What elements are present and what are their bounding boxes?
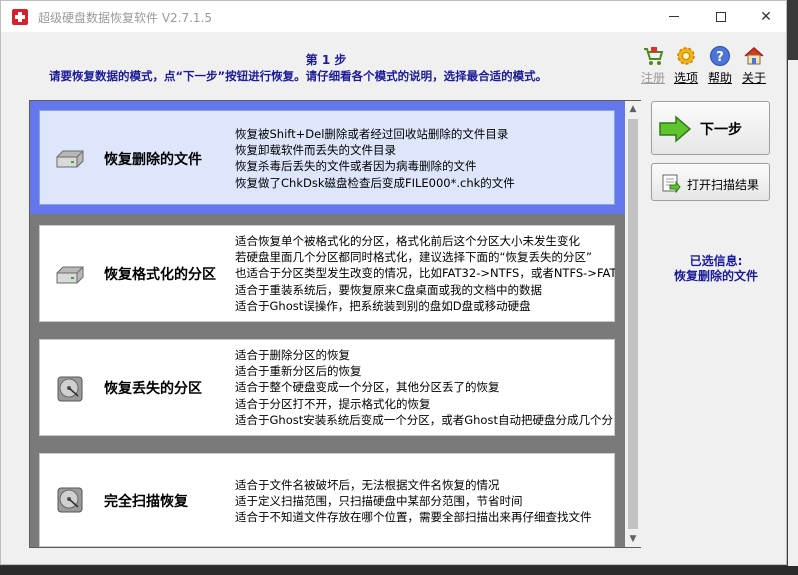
- help-label: 帮助: [707, 71, 732, 85]
- register-label: 注册: [640, 71, 665, 85]
- options-link[interactable]: 选项: [670, 45, 702, 86]
- minimize-icon: [669, 16, 679, 17]
- mode-line: 适合恢复单个被格式化的分区，格式化前后这个分区大小未发生变化: [235, 234, 580, 248]
- mode-item-recover-formatted[interactable]: 恢复格式化的分区 适合恢复单个被格式化的分区，格式化前后这个分区大小未发生变化 …: [39, 225, 615, 322]
- mode-line: 若硬盘里面几个分区都同时格式化，建议选择下面的“恢复丢失的分区”: [235, 250, 592, 265]
- mode-description: 适合于删除分区的恢复 适合于重新分区后的恢复 适合于整个硬盘变成一个分区，其他分…: [235, 347, 615, 428]
- mode-description: 恢复被Shift+Del删除或者经过回收站删除的文件目录 恢复卸载软件而丢失的文…: [235, 126, 615, 191]
- open-scan-results-label: 打开扫描结果: [687, 178, 760, 192]
- mode-line: 适合于Ghost误操作，把系统装到别的盘如D盘或移动硬盘: [235, 298, 531, 313]
- mode-line: 适合于分区打不开，提示格式化的恢复: [235, 396, 431, 411]
- minimize-button[interactable]: [651, 1, 697, 32]
- app-logo-icon: [12, 9, 28, 25]
- chevron-up-icon: ▲: [629, 104, 637, 114]
- svg-text:?: ?: [716, 50, 724, 65]
- step-title: 第 1 步: [305, 53, 347, 67]
- mode-line: 适于定义扫描范围，只扫描硬盘中某部分范围，节省时间: [235, 494, 523, 509]
- help-link[interactable]: ? 帮助: [704, 45, 736, 86]
- mode-line: 适合于不知道文件存放在哪个位置，需要全部扫描出来再仔细查找文件: [235, 510, 592, 525]
- mode-line: 恢复被Shift+Del删除或者经过回收站删除的文件目录: [235, 127, 509, 141]
- mode-line: 恢复做了ChkDsk磁盘检查后变成FILE000*.chk的文件: [235, 175, 515, 190]
- mode-line: 适合于删除分区的恢复: [235, 348, 350, 362]
- mode-title: 恢复丢失的分区: [104, 381, 202, 397]
- mode-item-recover-lost-partition[interactable]: 恢复丢失的分区 适合于删除分区的恢复 适合于重新分区后的恢复 适合于整个硬盘变成…: [39, 339, 615, 436]
- background-window-edge: [788, 60, 798, 575]
- gear-icon: [677, 47, 695, 65]
- mode-description: 适合恢复单个被格式化的分区，格式化前后这个分区大小未发生变化 若硬盘里面几个分区…: [235, 233, 615, 314]
- mode-line: 恢复杀毒后丢失的文件或者因为病毒删除的文件: [235, 159, 477, 174]
- selected-info-value: 恢复删除的文件: [673, 269, 758, 283]
- help-icon: ?: [710, 46, 730, 66]
- scroll-thumb[interactable]: [628, 119, 638, 529]
- options-label: 选项: [673, 71, 698, 85]
- about-label: 关于: [741, 71, 766, 85]
- window-title: 超级硬盘数据恢复软件 V2.7.1.5: [38, 11, 213, 25]
- taskbar-strip: [0, 566, 798, 575]
- disk-platter-icon: [57, 376, 83, 402]
- mode-line: 适合于整个硬盘变成一个分区，其他分区丢了的恢复: [235, 380, 500, 395]
- mode-line: 也适合于分区类型发生改变的情况，比如FAT32->NTFS，或者NTFS->FA…: [235, 266, 615, 281]
- next-step-label: 下一步: [700, 122, 742, 138]
- scroll-down-button[interactable]: ▼: [625, 531, 641, 547]
- mode-title: 恢复格式化的分区: [104, 267, 216, 283]
- mode-line: 恢复卸载软件而丢失的文件目录: [235, 143, 396, 158]
- top-toolbar: 注册 选项 ? 帮助 关于: [637, 45, 787, 89]
- maximize-icon: [716, 11, 726, 22]
- register-link[interactable]: 注册: [637, 45, 669, 86]
- hard-disk-icon: [56, 266, 84, 284]
- close-button[interactable]: ✕: [743, 1, 789, 32]
- mode-item-recover-deleted[interactable]: 恢复删除的文件 恢复被Shift+Del删除或者经过回收站删除的文件目录 恢复卸…: [39, 110, 615, 205]
- open-results-icon: [662, 174, 681, 193]
- mode-line: 适合于重装系统后，要恢复原来C盘桌面或我的文档中的数据: [235, 282, 543, 297]
- arrow-right-icon: [659, 115, 692, 143]
- mode-line: 适合于Ghost安装系统后变成一个分区，或者Ghost自动把硬盘分成几个分: [235, 412, 613, 427]
- app-window: 超级硬盘数据恢复软件 V2.7.1.5 ✕ 第 1 步 请要恢复数据的模式，点“…: [0, 0, 787, 565]
- open-scan-results-button[interactable]: 打开扫描结果: [651, 163, 770, 201]
- maximize-button[interactable]: [698, 1, 744, 32]
- scroll-up-button[interactable]: ▲: [625, 101, 641, 117]
- chevron-down-icon: ▼: [629, 534, 637, 544]
- mode-list-scrollbar[interactable]: ▲ ▼: [625, 101, 641, 547]
- mode-description: 适合于文件名被破坏后，无法根据文件名恢复的情况 适于定义扫描范围，只扫描硬盘中某…: [235, 477, 615, 526]
- mode-title: 恢复删除的文件: [104, 152, 202, 168]
- mode-line: 适合于文件名被破坏后，无法根据文件名恢复的情况: [235, 478, 500, 492]
- next-step-button[interactable]: 下一步: [651, 101, 770, 155]
- shopping-cart-icon: [644, 47, 664, 65]
- title-bar[interactable]: 超级硬盘数据恢复软件 V2.7.1.5 ✕: [1, 1, 786, 32]
- about-link[interactable]: 关于: [738, 45, 770, 86]
- close-icon: ✕: [760, 8, 772, 25]
- step-description: 请要恢复数据的模式，点“下一步”按钮进行恢复。请仔细看各个模式的说明，选择最合适…: [49, 69, 548, 83]
- disk-platter-icon: [57, 487, 83, 513]
- client-area: 第 1 步 请要恢复数据的模式，点“下一步”按钮进行恢复。请仔细看各个模式的说明…: [1, 32, 786, 564]
- mode-title: 完全扫描恢复: [104, 494, 188, 510]
- home-icon: [744, 46, 764, 65]
- mode-line: 适合于重新分区后的恢复: [235, 364, 362, 379]
- hard-disk-icon: [56, 150, 84, 168]
- selected-info: 已选信息: 恢复删除的文件: [646, 254, 786, 284]
- mode-item-full-scan[interactable]: 完全扫描恢复 适合于文件名被破坏后，无法根据文件名恢复的情况 适于定义扫描范围，…: [39, 453, 615, 547]
- selected-info-label: 已选信息:: [689, 254, 743, 268]
- mode-list: 恢复删除的文件 恢复被Shift+Del删除或者经过回收站删除的文件目录 恢复卸…: [29, 100, 641, 548]
